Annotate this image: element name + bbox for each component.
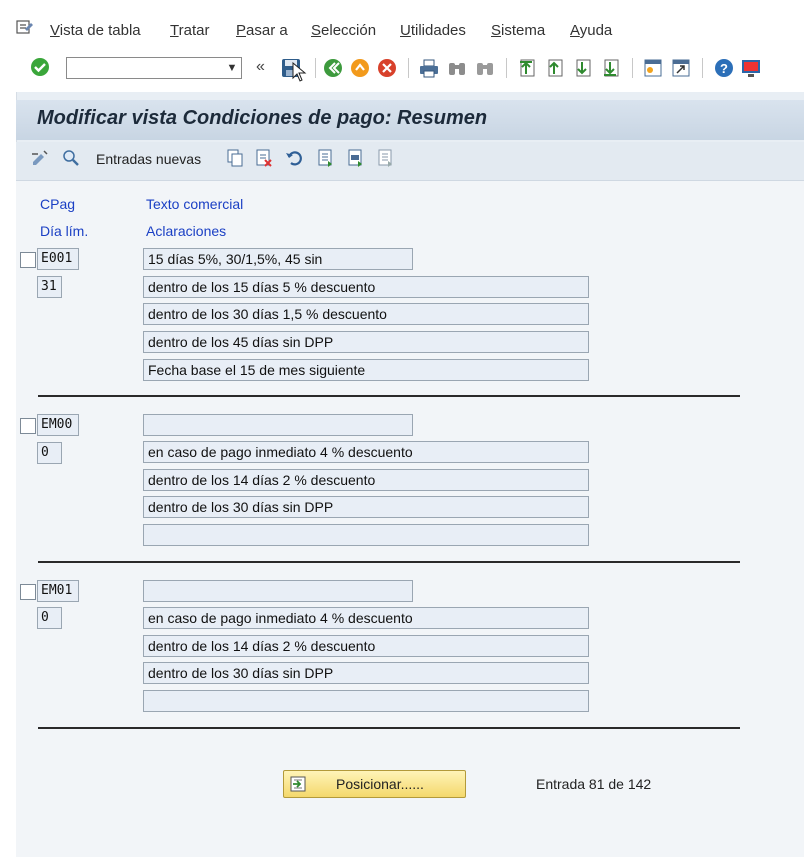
- explanation-line[interactable]: dentro de los 14 días 2 % descuento: [143, 469, 589, 491]
- explanation-line[interactable]: en caso de pago inmediato 4 % descuento: [143, 607, 589, 629]
- sales-text-field[interactable]: 15 días 5%, 30/1,5%, 45 sin: [143, 248, 413, 270]
- command-field[interactable]: [66, 57, 242, 79]
- back-icon[interactable]: [322, 57, 344, 79]
- payment-term-code[interactable]: E001: [37, 248, 79, 270]
- column-header-cpag: CPag: [40, 196, 76, 212]
- day-limit-field[interactable]: 0: [37, 442, 62, 464]
- explanation-line[interactable]: [143, 524, 589, 546]
- select-all-icon[interactable]: [316, 148, 336, 168]
- position-button[interactable]: Posicionar......: [283, 770, 466, 798]
- explanation-line[interactable]: dentro de los 45 días sin DPP: [143, 331, 589, 353]
- menu-ayuda[interactable]: Ayuda: [570, 22, 612, 39]
- menu-bar: Vista de tabla Tratar Pasar a Selección …: [0, 0, 804, 48]
- find-icon[interactable]: [446, 57, 468, 79]
- find-next-icon[interactable]: [474, 57, 496, 79]
- undo-change-icon[interactable]: [284, 148, 304, 168]
- position-button-label: Posicionar......: [336, 776, 424, 792]
- menu-seleccion[interactable]: Selección: [311, 22, 376, 39]
- enter-check-icon[interactable]: [29, 56, 51, 78]
- column-header-texto-comercial: Texto comercial: [146, 196, 244, 212]
- payment-term-code[interactable]: EM01: [37, 580, 79, 602]
- page-title: Modificar vista Condiciones de pago: Res…: [37, 107, 488, 129]
- details-icon[interactable]: [61, 148, 81, 168]
- column-header-aclaraciones: Aclaraciones: [146, 223, 227, 239]
- copy-as-icon[interactable]: [225, 148, 245, 168]
- menu-tratar[interactable]: Tratar: [170, 22, 209, 39]
- menu-vista-de-tabla[interactable]: Vista de tabla: [50, 22, 141, 39]
- cancel-icon[interactable]: [376, 57, 398, 79]
- menu-pasar-a[interactable]: Pasar a: [236, 22, 288, 39]
- row-select-checkbox[interactable]: [20, 252, 36, 268]
- entry-counter: Entrada 81 de 142: [536, 776, 652, 792]
- block-divider: [38, 561, 740, 563]
- sales-text-field[interactable]: [143, 414, 413, 436]
- explanation-line[interactable]: en caso de pago inmediato 4 % descuento: [143, 441, 589, 463]
- exit-icon[interactable]: [349, 57, 371, 79]
- first-page-icon[interactable]: [516, 57, 538, 79]
- menu-sistema[interactable]: Sistema: [491, 22, 545, 39]
- explanation-line[interactable]: dentro de los 30 días sin DPP: [143, 496, 589, 518]
- position-icon: [290, 776, 306, 792]
- last-page-icon[interactable]: [600, 57, 622, 79]
- explanation-line[interactable]: dentro de los 14 días 2 % descuento: [143, 635, 589, 657]
- command-dropdown-icon[interactable]: ▼: [222, 58, 242, 78]
- cursor-icon: [292, 62, 307, 82]
- new-session-icon[interactable]: [642, 57, 664, 79]
- block-divider: [38, 727, 740, 729]
- delete-icon[interactable]: [254, 148, 274, 168]
- menu-icon[interactable]: [16, 20, 34, 36]
- explanation-line[interactable]: Fecha base el 15 de mes siguiente: [143, 359, 589, 381]
- block-divider: [38, 395, 740, 397]
- deselect-all-icon[interactable]: [376, 148, 396, 168]
- day-limit-field[interactable]: 0: [37, 607, 62, 629]
- print-icon[interactable]: [418, 57, 440, 79]
- explanation-line[interactable]: dentro de los 30 días sin DPP: [143, 662, 589, 684]
- sales-text-field[interactable]: [143, 580, 413, 602]
- column-header-dia-lim: Día lím.: [40, 223, 89, 239]
- row-select-checkbox[interactable]: [20, 584, 36, 600]
- explanation-line[interactable]: dentro de los 15 días 5 % descuento: [143, 276, 589, 298]
- day-limit-field[interactable]: 31: [37, 276, 62, 298]
- next-page-icon[interactable]: [572, 57, 594, 79]
- display-change-icon[interactable]: [30, 148, 50, 168]
- new-entries-button[interactable]: Entradas nuevas: [96, 151, 201, 167]
- payment-term-code[interactable]: EM00: [37, 414, 79, 436]
- row-select-checkbox[interactable]: [20, 418, 36, 434]
- menu-utilidades[interactable]: Utilidades: [400, 22, 466, 39]
- explanation-line[interactable]: dentro de los 30 días 1,5 % descuento: [143, 303, 589, 325]
- previous-page-icon[interactable]: [544, 57, 566, 79]
- svg-text:?: ?: [720, 61, 728, 76]
- explanation-line[interactable]: [143, 690, 589, 712]
- help-icon[interactable]: ?: [713, 57, 735, 79]
- collapse-command-icon[interactable]: «: [256, 58, 265, 76]
- select-block-icon[interactable]: [346, 148, 366, 168]
- customize-layout-icon[interactable]: [740, 57, 762, 79]
- shortcut-icon[interactable]: [670, 57, 692, 79]
